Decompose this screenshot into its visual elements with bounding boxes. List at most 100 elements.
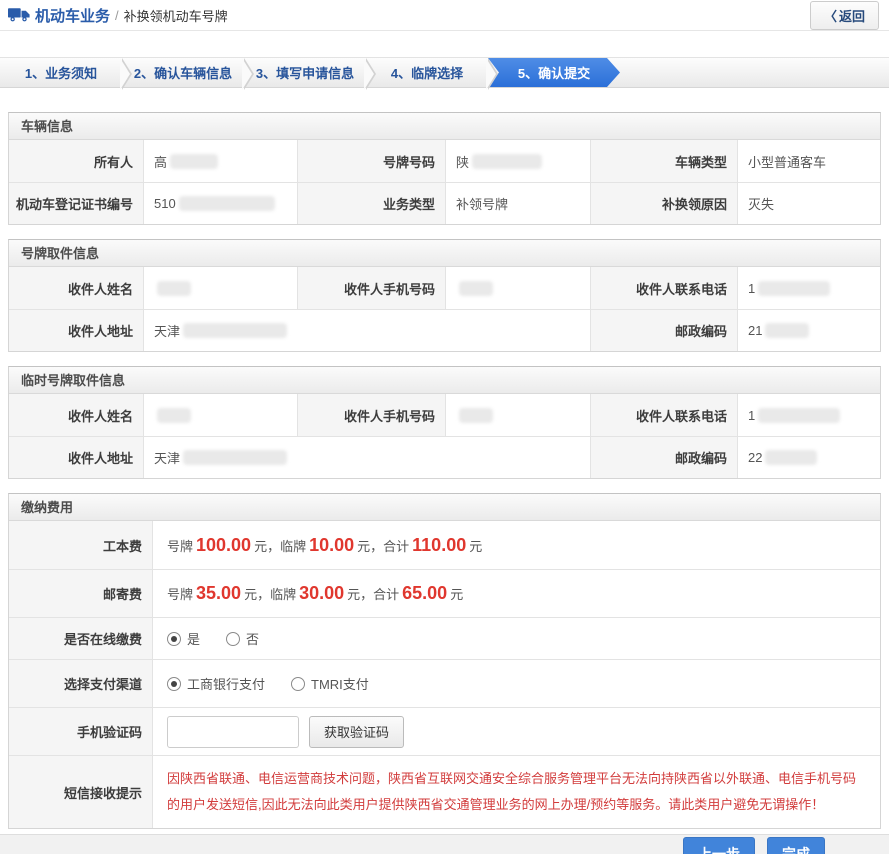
field-value-business-type: 补领号牌 bbox=[446, 182, 591, 224]
field-label-recipient-mobile: 收件人手机号码 bbox=[298, 267, 446, 309]
section-title: 号牌取件信息 bbox=[9, 240, 880, 267]
field-label-plate-number: 号牌号码 bbox=[298, 140, 446, 182]
pay-channel-tmri-option[interactable]: TMRI支付 bbox=[291, 674, 369, 693]
online-pay-yes-radio[interactable] bbox=[167, 632, 181, 646]
tab-step-2[interactable]: 2、确认车辆信息 bbox=[122, 58, 244, 87]
temp-plate-delivery-section: 临时号牌取件信息 收件人姓名 收件人手机号码 收件人联系电话 1 收件人地址 天… bbox=[8, 366, 881, 479]
field-label-recipient-mobile: 收件人手机号码 bbox=[298, 394, 446, 436]
redacted-value bbox=[157, 281, 191, 296]
redacted-value bbox=[170, 154, 218, 169]
redacted-value bbox=[157, 408, 191, 423]
fees-section: 缴纳费用 工本费 号牌100.00元，临牌10.00元，合计110.00元 邮寄… bbox=[8, 493, 881, 829]
field-label-zip-code: 邮政编码 bbox=[591, 309, 738, 351]
field-label-recipient-address: 收件人地址 bbox=[9, 309, 144, 351]
prev-step-button[interactable]: 上一步 bbox=[683, 837, 755, 854]
online-pay-no-option[interactable]: 否 bbox=[226, 629, 259, 648]
tab-step-3[interactable]: 3、填写申请信息 bbox=[244, 58, 366, 87]
footer-bar: 上一步 完成 bbox=[0, 834, 889, 854]
field-label-vehicle-type: 车辆类型 bbox=[591, 140, 738, 182]
field-value-recipient-mobile bbox=[446, 394, 591, 436]
field-value-recipient-address: 天津 bbox=[144, 309, 591, 351]
redacted-value bbox=[183, 323, 287, 338]
breadcrumb-divider: / bbox=[115, 8, 119, 23]
get-sms-code-button[interactable]: 获取验证码 bbox=[309, 716, 404, 748]
pay-channel-icbc-radio[interactable] bbox=[167, 677, 181, 691]
plate-delivery-section: 号牌取件信息 收件人姓名 收件人手机号码 收件人联系电话 1 收件人地址 天津 … bbox=[8, 239, 881, 352]
fees-table: 工本费 号牌100.00元，临牌10.00元，合计110.00元 邮寄费 号牌3… bbox=[9, 521, 880, 828]
field-value-owner: 高 bbox=[144, 140, 298, 182]
sms-code-input[interactable] bbox=[167, 716, 299, 748]
field-label-registration-cert: 机动车登记证书编号 bbox=[9, 182, 144, 224]
production-fee-temp-amount: 10.00 bbox=[309, 535, 354, 556]
field-value-recipient-name bbox=[144, 394, 298, 436]
field-label-recipient-address: 收件人地址 bbox=[9, 436, 144, 478]
truck-icon bbox=[8, 7, 30, 23]
field-label-replace-reason: 补换领原因 bbox=[591, 182, 738, 224]
field-label-mail-fee: 邮寄费 bbox=[9, 569, 153, 617]
field-label-business-type: 业务类型 bbox=[298, 182, 446, 224]
tab-step-1[interactable]: 1、业务须知 bbox=[0, 58, 122, 87]
field-label-recipient-phone: 收件人联系电话 bbox=[591, 267, 738, 309]
tab-step-4[interactable]: 4、临牌选择 bbox=[366, 58, 488, 87]
temp-plate-delivery-table: 收件人姓名 收件人手机号码 收件人联系电话 1 收件人地址 天津 邮政编码 22 bbox=[9, 394, 880, 478]
field-label-recipient-phone: 收件人联系电话 bbox=[591, 394, 738, 436]
field-label-sms-code: 手机验证码 bbox=[9, 707, 153, 755]
field-value-recipient-name bbox=[144, 267, 298, 309]
vehicle-info-section: 车辆信息 所有人 高 号牌号码 陕 车辆类型 小型普通客车 机动车登记证书编号 … bbox=[8, 112, 881, 225]
section-title: 车辆信息 bbox=[9, 113, 880, 140]
production-fee-total-amount: 110.00 bbox=[412, 535, 466, 556]
pay-channel-icbc-option[interactable]: 工商银行支付 bbox=[167, 674, 265, 693]
field-value-sms-code: 获取验证码 bbox=[153, 707, 880, 755]
redacted-value bbox=[459, 281, 493, 296]
field-value-replace-reason: 灭失 bbox=[738, 182, 880, 224]
field-value-production-fee: 号牌100.00元，临牌10.00元，合计110.00元 bbox=[153, 521, 880, 569]
redacted-value bbox=[472, 154, 542, 169]
field-value-mail-fee: 号牌35.00元，临牌30.00元，合计65.00元 bbox=[153, 569, 880, 617]
redacted-value bbox=[459, 408, 493, 423]
online-pay-yes-option[interactable]: 是 bbox=[167, 629, 200, 648]
mail-fee-plate-amount: 35.00 bbox=[196, 583, 241, 604]
online-pay-no-radio[interactable] bbox=[226, 632, 240, 646]
mail-fee-temp-amount: 30.00 bbox=[299, 583, 344, 604]
field-label-recipient-name: 收件人姓名 bbox=[9, 267, 144, 309]
production-fee-plate-amount: 100.00 bbox=[196, 535, 251, 556]
redacted-value bbox=[765, 323, 809, 338]
breadcrumb-subtitle: 补换领机动车号牌 bbox=[124, 6, 228, 25]
field-value-recipient-phone: 1 bbox=[738, 394, 880, 436]
back-chevron-icon: 〈 bbox=[824, 9, 837, 24]
page-title: 机动车业务 bbox=[35, 5, 110, 26]
finish-button[interactable]: 完成 bbox=[767, 837, 825, 854]
vehicle-info-table: 所有人 高 号牌号码 陕 车辆类型 小型普通客车 机动车登记证书编号 510 业… bbox=[9, 140, 880, 224]
field-label-zip-code: 邮政编码 bbox=[591, 436, 738, 478]
field-label-recipient-name: 收件人姓名 bbox=[9, 394, 144, 436]
field-value-recipient-mobile bbox=[446, 267, 591, 309]
field-value-online-pay: 是 否 bbox=[153, 617, 880, 659]
plate-delivery-table: 收件人姓名 收件人手机号码 收件人联系电话 1 收件人地址 天津 邮政编码 21 bbox=[9, 267, 880, 351]
field-label-production-fee: 工本费 bbox=[9, 521, 153, 569]
redacted-value bbox=[758, 408, 840, 423]
field-label-sms-notice: 短信接收提示 bbox=[9, 755, 153, 828]
mail-fee-total-amount: 65.00 bbox=[402, 583, 447, 604]
step-tabbar: 1、业务须知 2、确认车辆信息 3、填写申请信息 4、临牌选择 5、确认提交 bbox=[0, 57, 889, 88]
redacted-value bbox=[765, 450, 817, 465]
tab-step-5[interactable]: 5、确认提交 bbox=[488, 58, 620, 87]
field-value-recipient-address: 天津 bbox=[144, 436, 591, 478]
field-value-sms-notice: 因陕西省联通、电信运营商技术问题，陕西省互联网交通安全综合服务管理平台无法向持陕… bbox=[153, 755, 880, 828]
field-label-owner: 所有人 bbox=[9, 140, 144, 182]
section-title: 缴纳费用 bbox=[9, 494, 880, 521]
field-value-recipient-phone: 1 bbox=[738, 267, 880, 309]
redacted-value bbox=[183, 450, 287, 465]
back-button-label: 返回 bbox=[839, 9, 865, 24]
redacted-value bbox=[758, 281, 830, 296]
back-button[interactable]: 〈返回 bbox=[810, 1, 879, 30]
field-value-pay-channel: 工商银行支付 TMRI支付 bbox=[153, 659, 880, 707]
field-value-zip-code: 21 bbox=[738, 309, 880, 351]
field-value-zip-code: 22 bbox=[738, 436, 880, 478]
section-title: 临时号牌取件信息 bbox=[9, 367, 880, 394]
field-value-plate-number: 陕 bbox=[446, 140, 591, 182]
field-value-registration-cert: 510 bbox=[144, 182, 298, 224]
field-value-vehicle-type: 小型普通客车 bbox=[738, 140, 880, 182]
redacted-value bbox=[179, 196, 275, 211]
pay-channel-tmri-radio[interactable] bbox=[291, 677, 305, 691]
field-label-pay-channel: 选择支付渠道 bbox=[9, 659, 153, 707]
